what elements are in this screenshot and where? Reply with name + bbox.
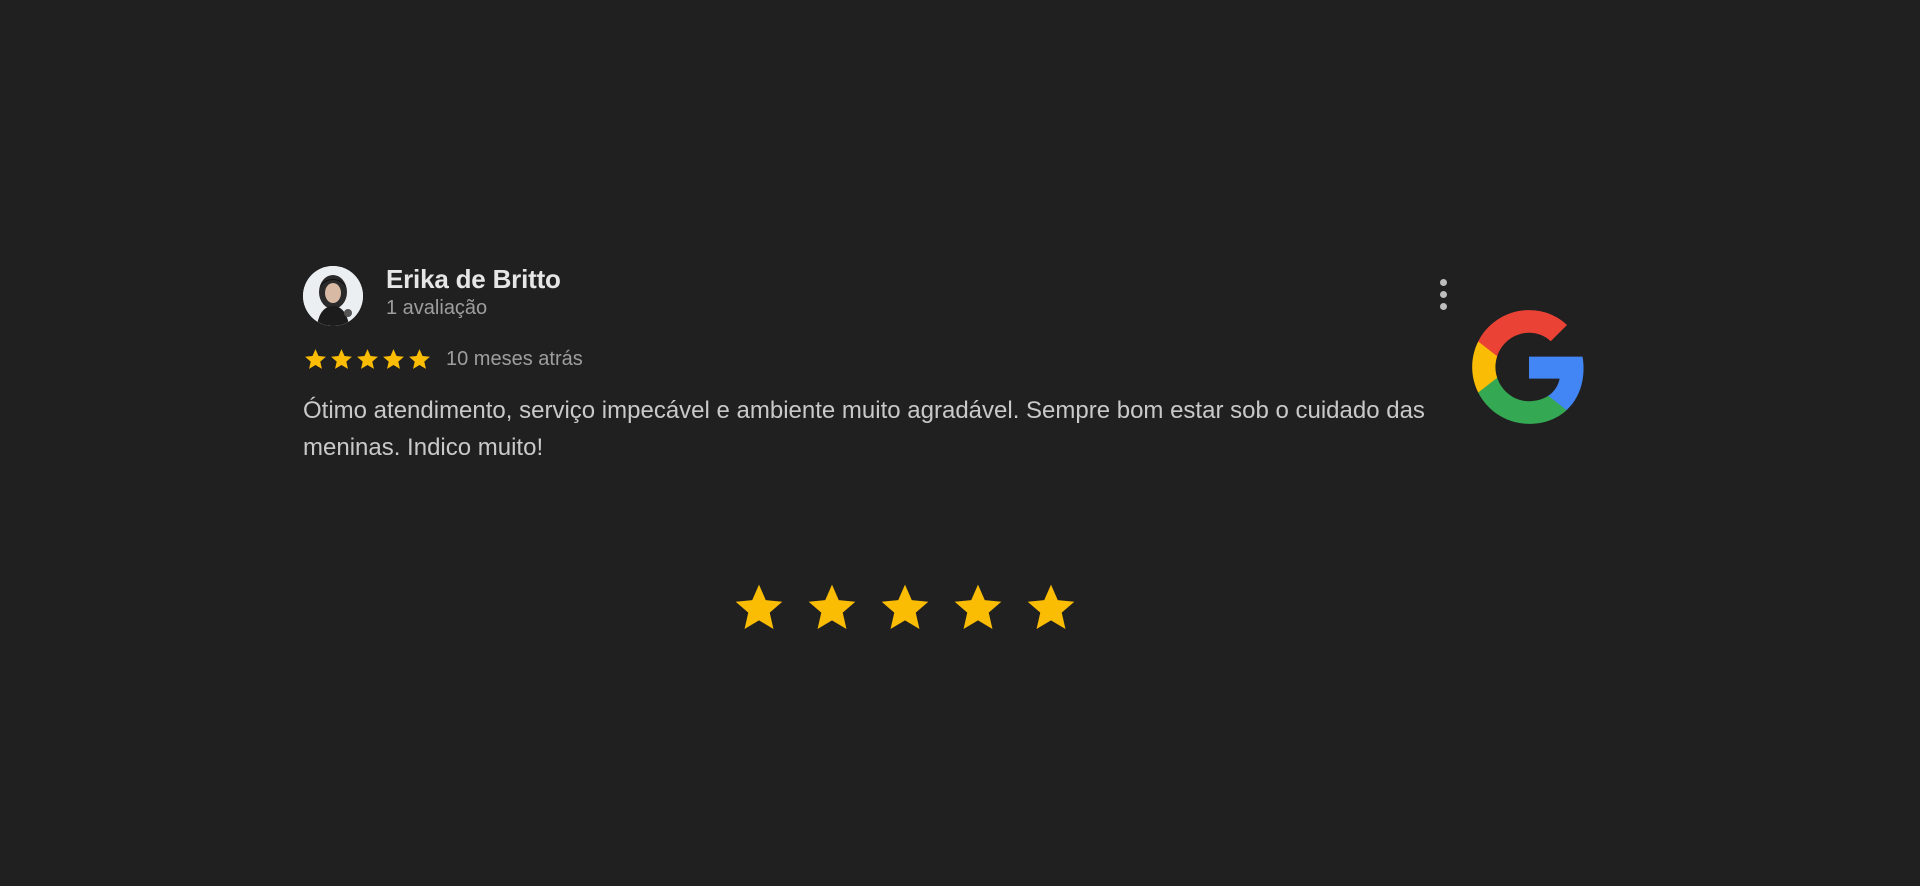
star-icon (808, 584, 856, 629)
star-icon (954, 584, 1002, 629)
star-icon (881, 584, 929, 629)
review-count: 1 avaliação (386, 297, 488, 319)
more-vertical-icon (1439, 278, 1447, 286)
star-icon (331, 348, 352, 369)
avatar-photo (303, 266, 363, 326)
more-vertical-icon-dot (1439, 302, 1447, 310)
review-text: Ótimo atendimento, serviço impecável e a… (303, 397, 1425, 461)
more-options-button[interactable] (1433, 276, 1453, 312)
summary-star-rating (731, 580, 1079, 636)
review-date: 10 meses atrás (446, 347, 583, 370)
google-logo-icon (1467, 305, 1591, 429)
more-vertical-icon-dot (1439, 290, 1447, 298)
star-icon (1027, 584, 1075, 629)
author-name[interactable]: Erika de Britto (386, 264, 561, 295)
review-card: Erika de Britto 1 avaliação 10 meses atr… (303, 262, 1593, 472)
star-icon (409, 348, 430, 369)
star-icon (735, 584, 783, 629)
star-icon (383, 348, 404, 369)
rating-row: 10 meses atrás (303, 344, 583, 374)
star-rating (303, 347, 432, 372)
avatar[interactable] (303, 266, 363, 326)
star-icon (305, 348, 326, 369)
page-canvas: Erika de Britto 1 avaliação 10 meses atr… (0, 0, 1920, 886)
star-icon (357, 348, 378, 369)
